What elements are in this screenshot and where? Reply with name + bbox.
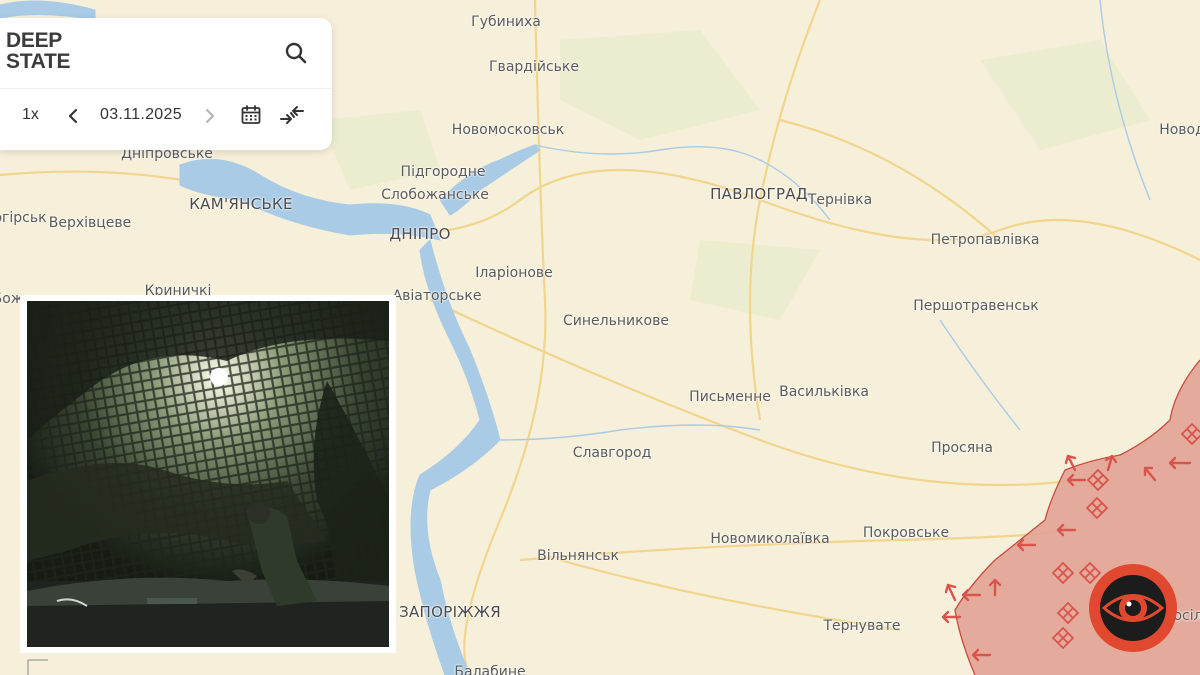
place-label-synelnykove: Синельникове (563, 313, 669, 329)
place-label-pokrovske: Покровське (862, 525, 950, 541)
brand-line-1: DEEP (6, 29, 62, 52)
place-label-vasylkivka: Васильківка (779, 384, 869, 400)
compare-arrows-icon (280, 106, 304, 124)
place-label-pavlohrad: ПАВЛОГРАД (710, 185, 808, 203)
brand-line-2: STATE (6, 50, 71, 73)
current-date: 03.11.2025 (100, 106, 182, 123)
place-label-novod: Новод (1159, 122, 1200, 138)
place-label-ternuvate: Тернувате (823, 618, 901, 634)
place-label-babyne: Балабине (454, 664, 526, 675)
compare-button[interactable] (279, 103, 305, 127)
place-label-pidhorodne: Підгородне (400, 164, 486, 180)
place-label-pysmenne: Письменне (689, 389, 771, 405)
place-label-kamianske: КАМ'ЯНСЬКЕ (189, 195, 293, 213)
place-label-pershotravensk: Першотравенськ (913, 298, 1039, 314)
place-label-zaporizhzhia: ЗАПОРІЖЖЯ (399, 603, 501, 621)
photo-image (27, 301, 389, 647)
deepstate-eye-logo[interactable] (1088, 563, 1178, 653)
search-button[interactable] (282, 39, 310, 67)
place-label-gubynykha: Губиниха (471, 14, 541, 30)
place-label-ilarionove: Іларіонове (475, 265, 553, 281)
calendar-icon (241, 105, 261, 124)
place-label-prosiana: Просяна (931, 440, 993, 456)
place-label-aviatorske: Авіаторське (392, 288, 482, 304)
panel-divider (0, 88, 332, 89)
previous-date-button[interactable] (63, 105, 83, 127)
brand-logo[interactable]: DEEP STATE (6, 29, 71, 73)
search-icon (285, 42, 307, 64)
eye-logo-icon (1089, 564, 1177, 652)
place-label-dnipro: ДНІПРО (389, 225, 451, 243)
playback-speed-button[interactable]: 1x (22, 106, 39, 124)
place-label-slobozhanske: Слобожанське (381, 187, 489, 203)
place-label-verkhivtseve: Верхівцеве (48, 215, 132, 231)
place-label-petropavlivka: Петропавлівка (930, 232, 1040, 248)
place-label-gvardiiske: Гвардійське (489, 59, 579, 75)
calendar-button[interactable] (240, 104, 262, 126)
chevron-right-icon (205, 108, 215, 124)
place-label-vilniansk: Вільнянськ (537, 548, 619, 564)
place-label-slavhorod: Славгород (572, 445, 652, 461)
chevron-left-icon (68, 108, 78, 124)
place-label-girsk: огірськ (0, 210, 47, 226)
place-label-novomoskovsk: Новомосковськ (451, 122, 565, 138)
place-label-novomykolaivka: Новомиколаївка (710, 531, 830, 547)
next-date-button[interactable] (200, 105, 220, 127)
place-label-ternivka: Тернівка (807, 192, 873, 208)
photo-soldier-under-camouflage-net (27, 301, 389, 647)
control-panel: DEEP STATE 1x 03.11.2025 (0, 18, 332, 150)
